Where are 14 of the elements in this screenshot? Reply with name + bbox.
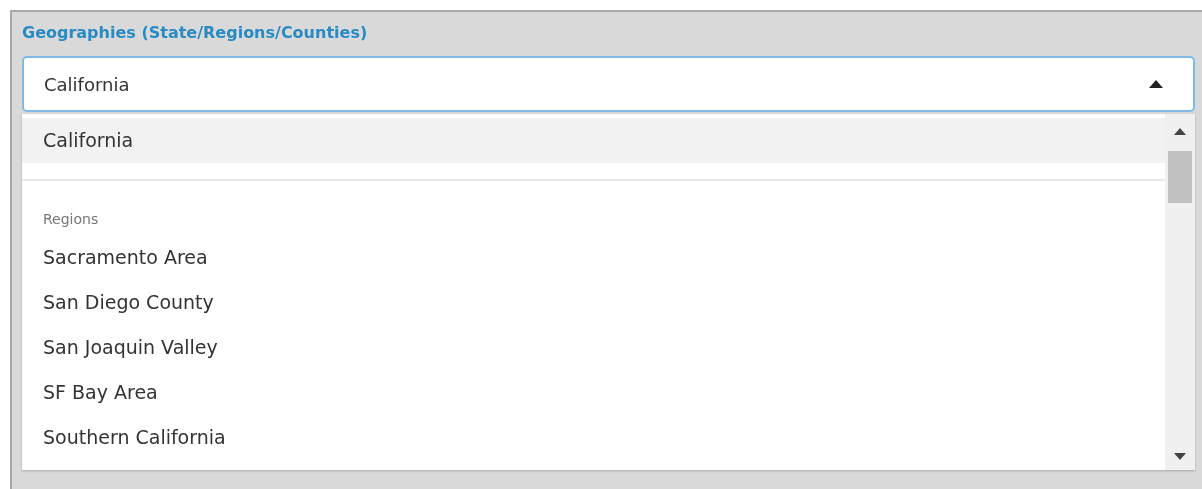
dropdown-option[interactable]: California [22, 118, 1165, 163]
dropdown-option[interactable]: San Joaquin Valley [22, 325, 1165, 370]
caret-icon [1149, 80, 1163, 88]
dropdown-option[interactable]: Southern California [22, 415, 1165, 460]
field-label: Geographies (State/Regions/Counties) [22, 22, 368, 44]
select-field[interactable]: California [22, 56, 1195, 112]
scrollbar[interactable] [1165, 114, 1195, 470]
dropdown-option[interactable]: SF Bay Area [22, 370, 1165, 415]
dropdown-option[interactable]: Sacramento Area [22, 235, 1165, 280]
group-heading: Regions [42, 210, 100, 229]
scroll-down-icon[interactable] [1174, 453, 1186, 460]
scroll-up-icon[interactable] [1174, 128, 1186, 135]
scroll-thumb[interactable] [1168, 151, 1192, 203]
dropdown-option[interactable]: San Diego County [22, 280, 1165, 325]
